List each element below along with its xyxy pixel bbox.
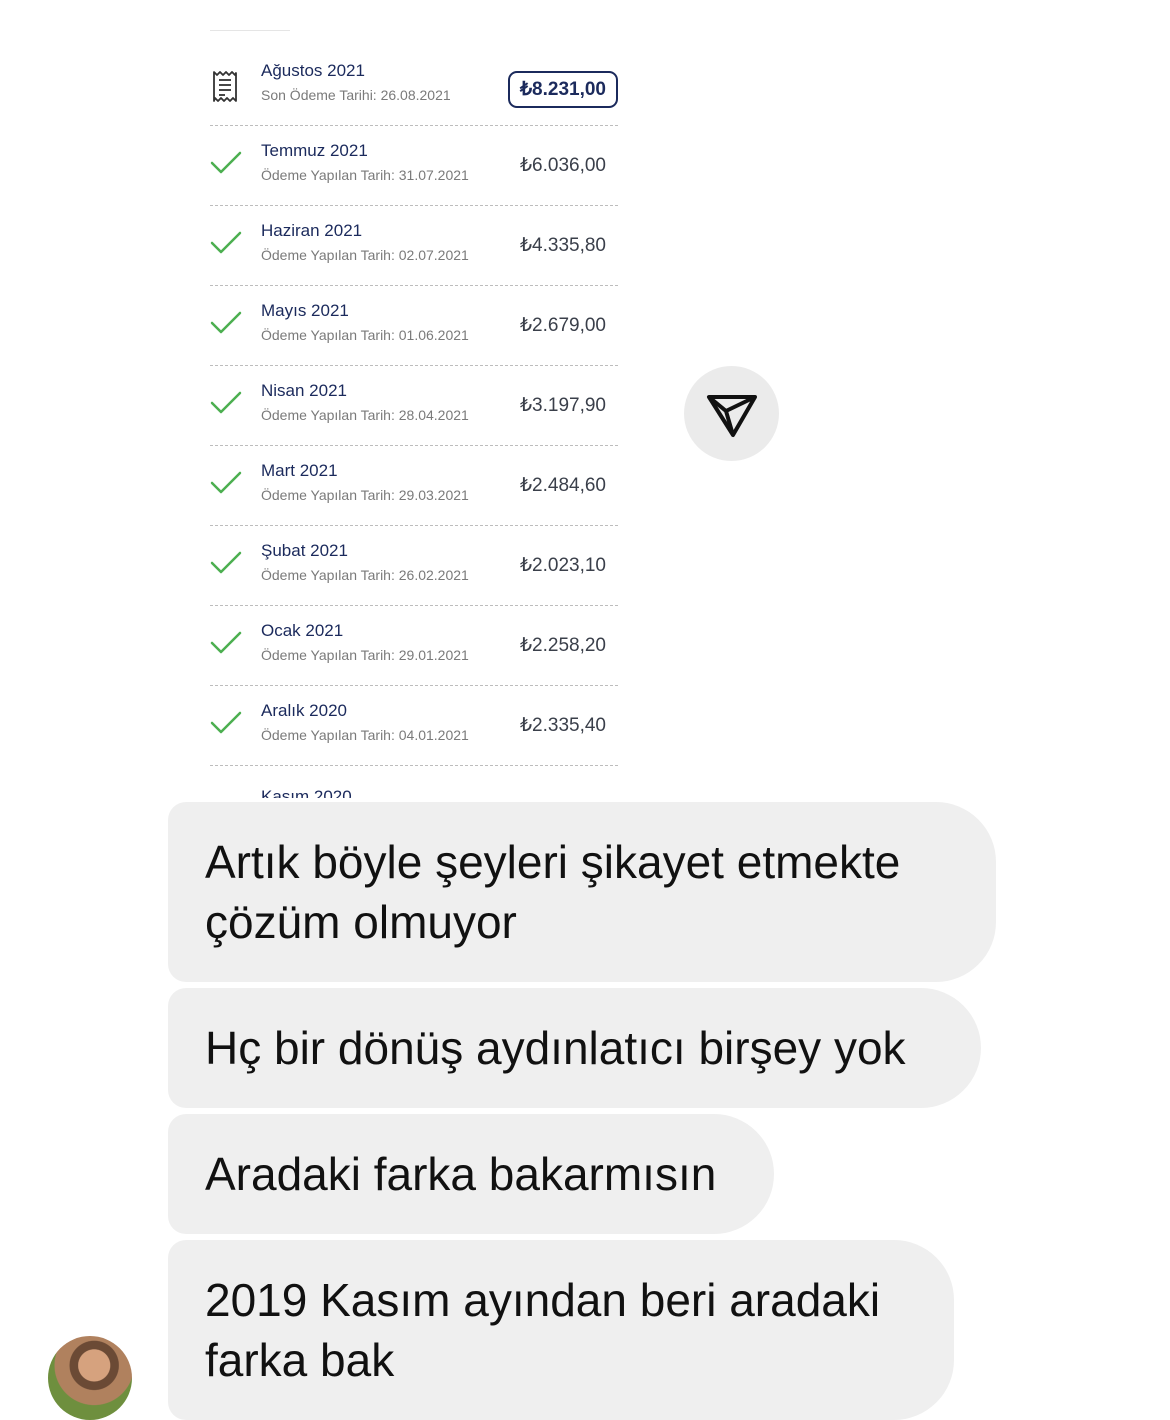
- bill-payment-date: Ödeme Yapılan Tarih: 29.03.2021: [261, 487, 469, 503]
- bill-amount: ₺2.023,10: [519, 555, 606, 576]
- bill-title: Temmuz 2021: [261, 141, 368, 160]
- receipt-icon: [210, 70, 240, 102]
- bill-row[interactable]: Haziran 2021 Ödeme Yapılan Tarih: 02.07.2…: [210, 206, 618, 286]
- bill-amount: ₺2.258,20: [519, 635, 606, 656]
- bill-payment-date: Ödeme Yapılan Tarih: 28.04.2021: [261, 407, 469, 423]
- bill-amount: ₺6.036,00: [519, 155, 606, 176]
- message-line: Artık böyle şeyleri şikayet etmekte: [205, 836, 901, 888]
- bill-row[interactable]: Mayıs 2021 Ödeme Yapılan Tarih: 01.06.202…: [210, 286, 618, 366]
- checkmark-icon: [210, 470, 242, 502]
- checkmark-icon: [210, 710, 242, 742]
- message-line: 2019 Kasım ayından beri aradaki: [205, 1274, 881, 1326]
- bill-amount: ₺3.197,90: [519, 395, 606, 416]
- bill-row[interactable]: Temmuz 2021 Ödeme Yapılan Tarih: 31.07.20…: [210, 126, 618, 206]
- checkmark-icon: [210, 150, 242, 182]
- bill-payment-date: Ödeme Yapılan Tarih: 01.06.2021: [261, 327, 469, 343]
- checkmark-icon: [210, 390, 242, 422]
- bill-row-current[interactable]: Ağustos 2021 Son Ödeme Tarihi: 26.08.202…: [210, 46, 618, 126]
- bill-row[interactable]: Nisan 2021 Ödeme Yapılan Tarih: 28.04.202…: [210, 366, 618, 446]
- checkmark-icon: [210, 230, 242, 262]
- bill-amount: ₺2.335,40: [519, 715, 606, 736]
- message-bubble[interactable]: Artık böyle şeyleri şikayet etmekte çözü…: [168, 802, 996, 982]
- bill-amount: ₺4.335,80: [519, 235, 606, 256]
- bill-row[interactable]: Aralık 2020 Ödeme Yapılan Tarih: 04.01.20…: [210, 686, 618, 766]
- message-bubble[interactable]: 2019 Kasım ayından beri aradaki farka ba…: [168, 1240, 954, 1420]
- bill-title: Şubat 2021: [261, 541, 348, 560]
- bill-amount: ₺2.679,00: [519, 315, 606, 336]
- message-bubble[interactable]: Aradaki farka bakarmısın: [168, 1114, 774, 1234]
- bill-payment-date: Ödeme Yapılan Tarih: 02.07.2021: [261, 247, 469, 263]
- bill-title: Haziran 2021: [261, 221, 363, 240]
- bill-title: Mart 2021: [261, 461, 338, 480]
- avatar[interactable]: [48, 1336, 132, 1420]
- bill-row[interactable]: Ocak 2021 Ödeme Yapılan Tarih: 29.01.2021…: [210, 606, 618, 686]
- bill-row[interactable]: Mart 2021 Ödeme Yapılan Tarih: 29.03.2021…: [210, 446, 618, 526]
- bill-amount-button[interactable]: ₺8.231,00: [507, 71, 618, 108]
- bill-title: Aralık 2020: [261, 701, 347, 720]
- checkmark-icon: [210, 310, 242, 342]
- bill-title-partial: Kasım 2020: [261, 787, 352, 798]
- bill-title: Ağustos 2021: [261, 61, 365, 80]
- bill-title: Ocak 2021: [261, 621, 344, 640]
- bill-title: Nisan 2021: [261, 381, 348, 400]
- message-bubble[interactable]: Hç bir dönüş aydınlatıcı birşey yok: [168, 988, 981, 1108]
- bill-row[interactable]: Şubat 2021 Ödeme Yapılan Tarih: 26.02.202…: [210, 526, 618, 606]
- message-line: farka bak: [205, 1334, 395, 1386]
- checkmark-icon: [210, 550, 242, 582]
- message-line: çözüm olmuyor: [205, 896, 517, 948]
- bill-title: Mayıs 2021: [261, 301, 349, 320]
- bill-history-screenshot: Ağustos 2021 Son Ödeme Tarihi: 26.08.202…: [170, 0, 645, 798]
- bill-amount: ₺2.484,60: [519, 475, 606, 496]
- checkmark-icon: [210, 630, 242, 662]
- bill-payment-date: Ödeme Yapılan Tarih: 04.01.2021: [261, 727, 469, 743]
- message-line: Hç bir dönüş aydınlatıcı birşey yok: [205, 1022, 906, 1074]
- divider: [210, 30, 290, 31]
- bill-payment-date: Ödeme Yapılan Tarih: 31.07.2021: [261, 167, 469, 183]
- bill-due-date: Son Ödeme Tarihi: 26.08.2021: [261, 87, 451, 103]
- bill-payment-date: Ödeme Yapılan Tarih: 26.02.2021: [261, 567, 469, 583]
- share-button[interactable]: [684, 366, 779, 461]
- bill-payment-date: Ödeme Yapılan Tarih: 29.01.2021: [261, 647, 469, 663]
- message-line: Aradaki farka bakarmısın: [205, 1148, 717, 1200]
